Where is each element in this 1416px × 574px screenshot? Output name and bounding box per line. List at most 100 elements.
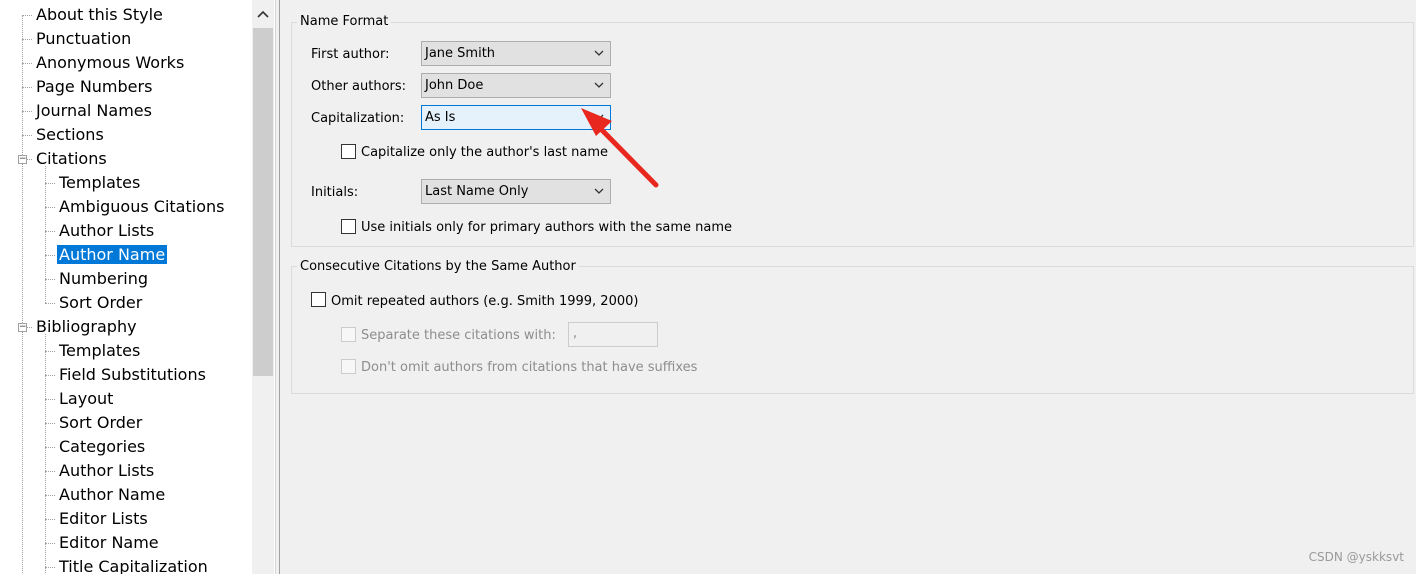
tree-item[interactable]: Editor Lists [57,508,150,530]
omit-repeated-checkbox[interactable] [311,292,326,307]
tree-item-label: Categories [59,437,146,456]
scroll-up-button[interactable] [252,0,274,28]
other-authors-select[interactable]: John Doe [421,73,611,98]
dont-omit-suffix-checkbox[interactable] [341,359,356,374]
tree-item-label: Journal Names [36,101,152,120]
separate-citations-checkbox[interactable] [341,327,356,342]
tree-item-label: Title Capitalization [59,557,208,574]
tree-item-label: Sort Order [59,413,143,432]
tree-item[interactable]: Templates [57,172,142,194]
tree-item-label: Layout [59,389,114,408]
tree-item[interactable]: Field Substitutions [57,364,208,386]
tree-item[interactable]: Sort Order [57,412,144,434]
tree-connector [45,567,55,568]
tree-item[interactable]: Ambiguous Citations [57,196,226,218]
tree-item-label: Author Name [57,245,168,264]
chevron-down-icon [594,50,604,56]
tree-item-label: Editor Lists [59,509,148,528]
tree-connector [45,303,55,304]
tree-connector [45,399,55,400]
watermark: CSDN @yskksvt [1308,550,1404,564]
capitalization-label: Capitalization: [311,111,405,126]
tree-item-label: Bibliography [36,317,137,336]
tree-item-label: Ambiguous Citations [59,197,225,216]
tree-item[interactable]: Templates [57,340,142,362]
tree-connector [45,543,55,544]
tree-item[interactable]: Page Numbers [34,76,154,98]
tree-item-label: Templates [59,173,141,192]
cap-last-name-checkbox[interactable] [341,144,356,159]
tree-item[interactable]: Author Name [57,484,167,506]
tree-item[interactable]: Sections [34,124,106,146]
tree-connector [22,87,32,88]
chevron-down-icon [594,114,604,120]
chevron-up-icon [257,10,269,18]
tree-item[interactable]: Author Lists [57,460,156,482]
consecutive-citations-title: Consecutive Citations by the Same Author [297,259,579,275]
collapse-icon[interactable]: − [18,323,27,332]
tree-connector [45,231,55,232]
tree-item-label: Punctuation [36,29,132,48]
tree-item-label: About this Style [36,5,163,24]
tree-item-label: Sort Order [59,293,143,312]
tree-item-label: Numbering [59,269,149,288]
panel-splitter[interactable] [275,0,280,574]
tree-connector [22,39,32,40]
dont-omit-suffix-label: Don't omit authors from citations that h… [361,360,698,375]
tree-item[interactable]: Categories [57,436,147,458]
tree-item[interactable]: Anonymous Works [34,52,186,74]
tree-item-label: Sections [36,125,104,144]
omit-repeated-label: Omit repeated authors (e.g. Smith 1999, … [331,294,639,309]
other-authors-value: John Doe [425,78,484,93]
tree-connector [45,519,55,520]
scroll-thumb[interactable] [253,28,273,376]
tree-item[interactable]: Author Lists [57,220,156,242]
tree-item[interactable]: Numbering [57,268,150,290]
tree-guide-line [45,334,46,574]
tree-scrollbar[interactable] [252,0,274,574]
tree-item[interactable]: Editor Name [57,532,161,554]
tree-connector [45,495,55,496]
initials-label: Initials: [311,185,359,200]
initials-value: Last Name Only [425,184,529,199]
tree-connector [45,423,55,424]
tree-item-label: Field Substitutions [59,365,206,384]
tree-connector [45,447,55,448]
tree-item[interactable]: Journal Names [34,100,154,122]
tree-connector [45,471,55,472]
tree-item[interactable]: Punctuation [34,28,133,50]
tree-item[interactable]: Author Name [57,244,168,266]
tree-item-label: Page Numbers [36,77,153,96]
tree-connector [22,15,32,16]
tree-connector [45,183,55,184]
chevron-down-icon [594,188,604,194]
collapse-icon[interactable]: − [18,155,27,164]
tree-connector [45,279,55,280]
tree-item-label: Editor Name [59,533,159,552]
style-tree[interactable]: About this Style Punctuation Anonymous Wor… [0,0,275,574]
tree-guide-line [45,166,46,303]
first-author-select[interactable]: Jane Smith [421,41,611,66]
tree-item[interactable]: Bibliography [34,316,139,338]
tree-item-label: Anonymous Works [36,53,185,72]
tree-item-label: Templates [59,341,141,360]
separator-input[interactable]: , [568,322,658,347]
tree-item[interactable]: About this Style [34,4,165,26]
first-author-value: Jane Smith [425,46,496,61]
initials-select[interactable]: Last Name Only [421,179,611,204]
tree-connector [45,255,55,256]
tree-connector [45,207,55,208]
tree-item[interactable]: Layout [57,388,115,410]
name-format-title: Name Format [297,14,392,30]
use-initials-label: Use initials only for primary authors wi… [361,220,733,235]
tree-item-label: Author Lists [59,461,155,480]
capitalization-select[interactable]: As Is [421,105,611,130]
tree-connector [22,111,32,112]
tree-item-label: Author Lists [59,221,155,240]
use-initials-checkbox[interactable] [341,219,356,234]
tree-item-label: Author Name [59,485,166,504]
tree-connector [45,351,55,352]
tree-item[interactable]: Title Capitalization [57,556,210,574]
tree-item[interactable]: Sort Order [57,292,144,314]
separate-citations-label: Separate these citations with: [361,328,556,343]
